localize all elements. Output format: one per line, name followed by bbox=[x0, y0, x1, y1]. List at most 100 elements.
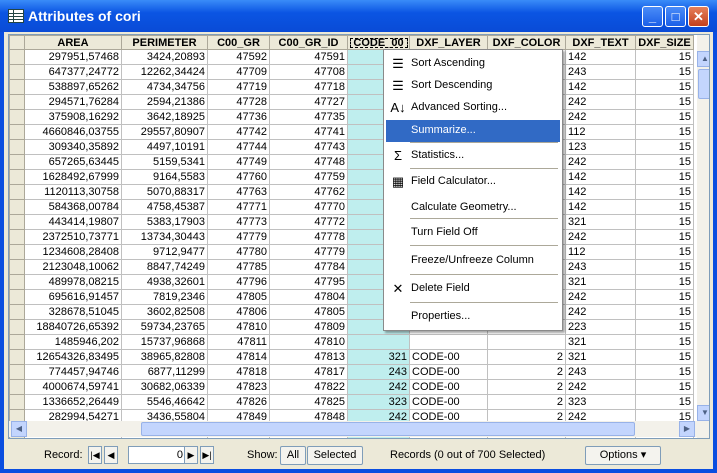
table-cell[interactable]: 243 bbox=[565, 364, 636, 380]
table-cell[interactable]: 47591 bbox=[269, 49, 348, 65]
first-record-button[interactable]: |◀ bbox=[88, 446, 102, 464]
table-row[interactable]: 695616,91457 7819,2346 47805 47804 242 15 bbox=[9, 289, 694, 305]
row-selector[interactable] bbox=[9, 49, 25, 65]
table-cell[interactable]: 4758,45387 bbox=[121, 199, 208, 215]
row-selector[interactable] bbox=[9, 214, 25, 230]
table-cell[interactable]: 18840726,65392 bbox=[24, 319, 122, 335]
row-selector[interactable] bbox=[9, 334, 25, 350]
column-header[interactable]: C00_GR bbox=[207, 35, 270, 50]
table-row[interactable]: 538897,65262 4734,34756 47719 47718 142 15 bbox=[9, 79, 694, 95]
table-cell[interactable]: 15 bbox=[635, 274, 694, 290]
menu-item[interactable]: Freeze/Unfreeze Column bbox=[386, 250, 560, 272]
show-selected-button[interactable]: Selected bbox=[307, 446, 363, 465]
table-cell[interactable]: 4497,10191 bbox=[121, 139, 208, 155]
table-cell[interactable]: 47825 bbox=[269, 394, 348, 410]
table-cell[interactable]: 4734,34756 bbox=[121, 79, 208, 95]
record-number-input[interactable]: 0 bbox=[128, 446, 188, 464]
table-cell[interactable]: 7819,2346 bbox=[121, 289, 208, 305]
table-cell[interactable]: 29557,80907 bbox=[121, 124, 208, 140]
table-cell[interactable]: 47718 bbox=[269, 79, 348, 95]
table-cell[interactable]: 2594,21386 bbox=[121, 94, 208, 110]
table-row[interactable]: 584368,00784 4758,45387 47771 47770 142 15 bbox=[9, 199, 694, 215]
row-selector[interactable] bbox=[9, 229, 25, 245]
next-record-button[interactable]: ▶ bbox=[184, 446, 198, 464]
table-cell[interactable]: 30682,06339 bbox=[121, 379, 208, 395]
column-header[interactable]: AREA bbox=[24, 35, 122, 50]
table-cell[interactable]: 242 bbox=[565, 154, 636, 170]
table-cell[interactable]: 123 bbox=[565, 139, 636, 155]
table-cell[interactable]: 243 bbox=[347, 364, 410, 380]
table-row[interactable]: 375908,16292 3642,18925 47736 47735 242 15 bbox=[9, 109, 694, 125]
row-selector[interactable] bbox=[9, 244, 25, 260]
table-cell[interactable]: 323 bbox=[347, 394, 410, 410]
table-cell[interactable]: 1485946,202 bbox=[24, 334, 122, 350]
row-selector[interactable] bbox=[9, 169, 25, 185]
table-cell[interactable]: 15737,96868 bbox=[121, 334, 208, 350]
close-button[interactable]: ✕ bbox=[688, 6, 709, 27]
table-cell[interactable]: 142 bbox=[565, 79, 636, 95]
table-row[interactable]: 1628492,67999 9164,5583 47760 47759 142 15 bbox=[9, 169, 694, 185]
table-cell[interactable]: 47805 bbox=[207, 289, 270, 305]
table-cell[interactable]: CODE-00 bbox=[409, 394, 488, 410]
table-cell[interactable]: 5383,17903 bbox=[121, 214, 208, 230]
table-cell[interactable]: 47743 bbox=[269, 139, 348, 155]
table-cell[interactable]: 47818 bbox=[207, 364, 270, 380]
table-cell[interactable]: 695616,91457 bbox=[24, 289, 122, 305]
table-cell[interactable]: 2 bbox=[487, 379, 566, 395]
table-cell[interactable]: 242 bbox=[565, 229, 636, 245]
menu-item[interactable]: ▦ Field Calculator... bbox=[386, 171, 560, 193]
table-cell[interactable]: 47728 bbox=[207, 94, 270, 110]
table-cell[interactable]: 142 bbox=[565, 199, 636, 215]
row-selector[interactable] bbox=[9, 154, 25, 170]
menu-item[interactable]: ☰ Sort Descending bbox=[386, 75, 560, 97]
table-cell[interactable]: 4938,32601 bbox=[121, 274, 208, 290]
table-cell[interactable]: 8847,74249 bbox=[121, 259, 208, 275]
table-cell[interactable]: 47826 bbox=[207, 394, 270, 410]
table-cell[interactable]: 47742 bbox=[207, 124, 270, 140]
row-selector[interactable] bbox=[9, 274, 25, 290]
table-cell[interactable]: 47763 bbox=[207, 184, 270, 200]
table-cell[interactable]: 47759 bbox=[269, 169, 348, 185]
table-cell[interactable]: 47736 bbox=[207, 109, 270, 125]
menu-item[interactable]: Summarize... bbox=[386, 120, 560, 142]
table-row[interactable]: 12654326,83495 38965,82808 47814 47813 321 CO… bbox=[9, 349, 694, 365]
menu-item[interactable]: A↓ Advanced Sorting... bbox=[386, 97, 560, 119]
row-selector[interactable] bbox=[9, 199, 25, 215]
table-cell[interactable]: 47735 bbox=[269, 109, 348, 125]
table-cell[interactable]: 774457,94746 bbox=[24, 364, 122, 380]
table-cell[interactable]: 3642,18925 bbox=[121, 109, 208, 125]
table-cell[interactable]: 47784 bbox=[269, 259, 348, 275]
scroll-up-button[interactable]: ▲ bbox=[697, 51, 709, 67]
table-cell[interactable]: 15 bbox=[635, 139, 694, 155]
table-cell[interactable]: 15 bbox=[635, 64, 694, 80]
table-cell[interactable]: 47708 bbox=[269, 64, 348, 80]
row-selector[interactable] bbox=[9, 379, 25, 395]
table-row[interactable]: 4000674,59741 30682,06339 47823 47822 242 COD… bbox=[9, 379, 694, 395]
table-cell[interactable]: 47719 bbox=[207, 79, 270, 95]
table-cell[interactable]: 59734,23765 bbox=[121, 319, 208, 335]
vertical-scrollbar[interactable]: ▲ ▼ bbox=[697, 35, 709, 438]
table-cell[interactable]: 15 bbox=[635, 94, 694, 110]
table-cell[interactable]: 15 bbox=[635, 334, 694, 350]
table-cell[interactable]: 15 bbox=[635, 214, 694, 230]
table-cell[interactable]: 321 bbox=[565, 349, 636, 365]
table-cell[interactable]: 47770 bbox=[269, 199, 348, 215]
table-cell[interactable]: 47741 bbox=[269, 124, 348, 140]
table-cell[interactable]: 15 bbox=[635, 304, 694, 320]
show-all-button[interactable]: All bbox=[280, 446, 306, 465]
table-row[interactable]: 657265,63445 5159,5341 47749 47748 242 15 bbox=[9, 154, 694, 170]
table-cell[interactable]: 294571,76284 bbox=[24, 94, 122, 110]
column-header[interactable]: DXF_COLOR bbox=[487, 35, 566, 50]
table-cell[interactable]: 2372510,73771 bbox=[24, 229, 122, 245]
table-cell[interactable]: 47804 bbox=[269, 289, 348, 305]
row-selector[interactable] bbox=[9, 64, 25, 80]
table-cell[interactable]: 242 bbox=[565, 109, 636, 125]
table-cell[interactable]: 15 bbox=[635, 154, 694, 170]
table-cell[interactable]: 47772 bbox=[269, 214, 348, 230]
table-cell[interactable]: 47822 bbox=[269, 379, 348, 395]
table-cell[interactable]: 47805 bbox=[269, 304, 348, 320]
column-header[interactable]: C00_GR_ID bbox=[269, 35, 348, 50]
table-cell[interactable]: 15 bbox=[635, 169, 694, 185]
table-cell[interactable]: 15 bbox=[635, 349, 694, 365]
table-cell[interactable]: 15 bbox=[635, 229, 694, 245]
